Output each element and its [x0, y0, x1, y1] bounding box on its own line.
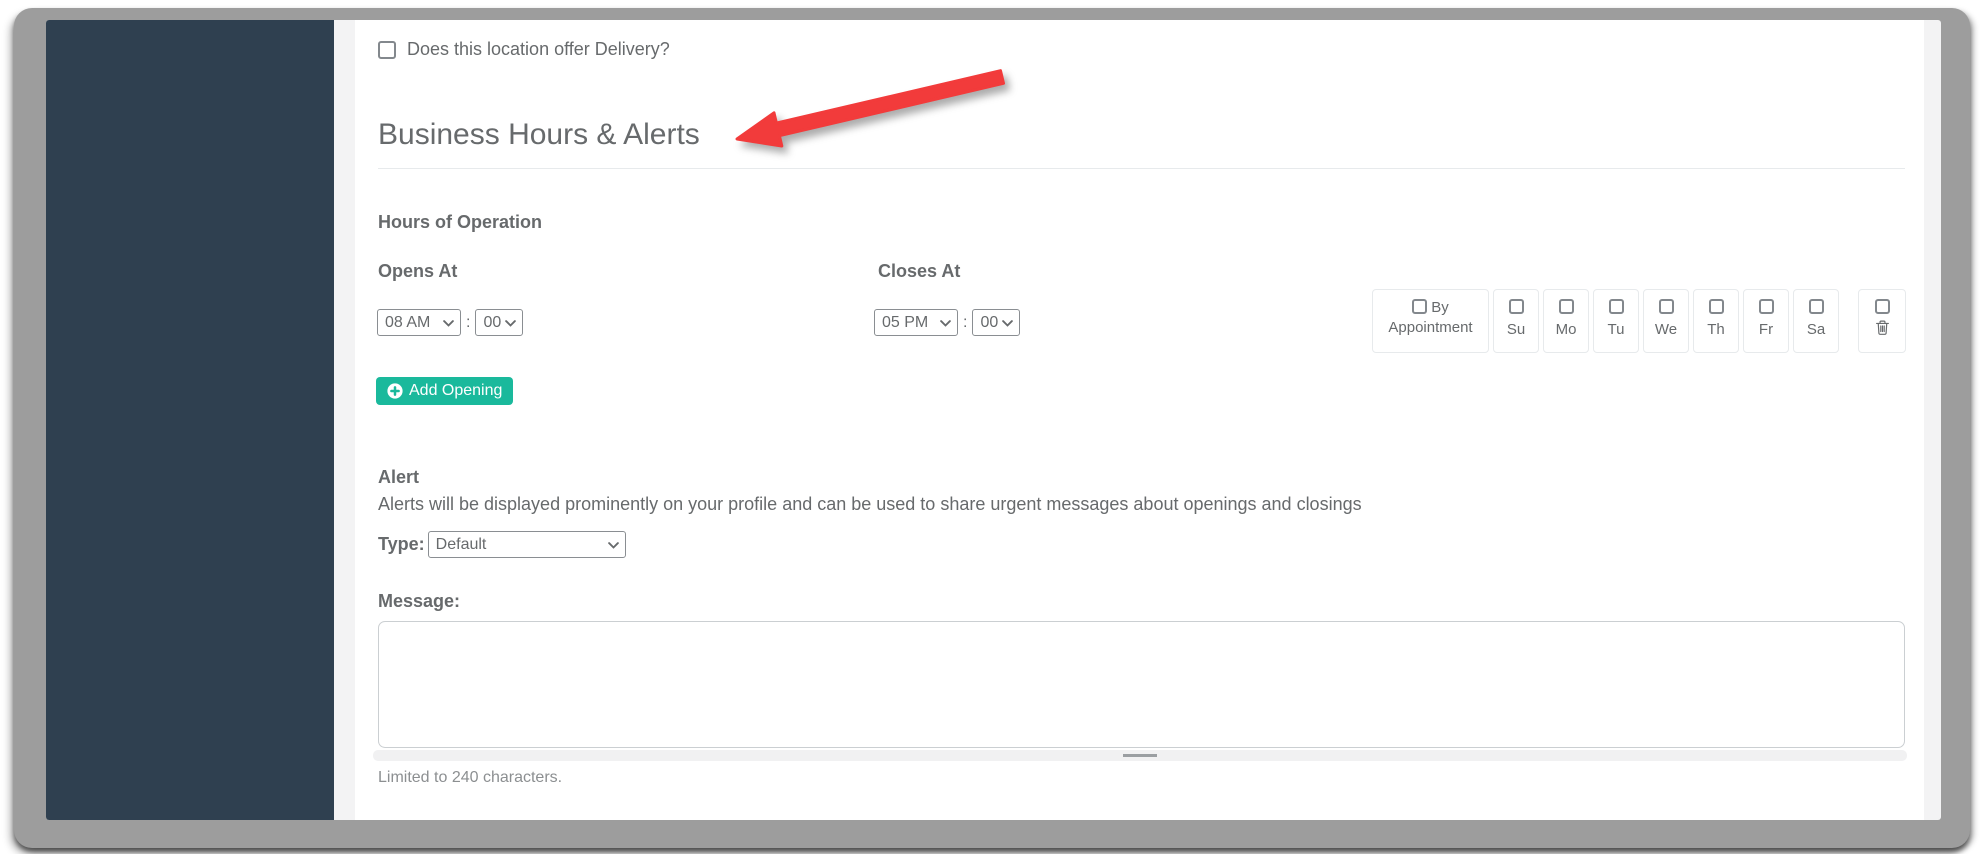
day-label: Fr — [1758, 321, 1774, 338]
day-label: Th — [1707, 321, 1725, 338]
by-appointment-card[interactable]: By Appointment — [1372, 289, 1489, 353]
alert-type-row: Type: Default — [378, 531, 626, 558]
add-opening-button[interactable]: Add Opening — [376, 377, 514, 405]
saturday-checkbox[interactable] — [1808, 299, 1824, 314]
closes-at-time-group: 05 PM : 00 — [874, 309, 1021, 336]
delivery-option-row: Does this location offer Delivery? — [378, 39, 670, 60]
day-card-saturday[interactable]: Sa — [1793, 289, 1839, 353]
alert-type-label: Type: — [378, 534, 425, 554]
time-separator: : — [963, 313, 968, 331]
main-content: Does this location offer Delivery? Busin… — [355, 20, 1924, 820]
closes-hour-select[interactable]: 05 PM — [874, 309, 958, 336]
day-card-sunday[interactable]: Su — [1493, 289, 1539, 353]
wednesday-checkbox[interactable] — [1658, 299, 1674, 314]
delete-row-checkbox[interactable] — [1874, 299, 1890, 314]
delivery-checkbox[interactable] — [378, 40, 396, 59]
resize-grip-icon — [1123, 754, 1157, 757]
day-label: Sa — [1806, 321, 1826, 338]
section-divider — [378, 168, 1905, 169]
day-label: Su — [1506, 321, 1526, 338]
friday-checkbox[interactable] — [1758, 299, 1774, 314]
app-window: Does this location offer Delivery? Busin… — [14, 8, 1970, 848]
monday-checkbox[interactable] — [1558, 299, 1574, 314]
sunday-checkbox[interactable] — [1508, 299, 1524, 314]
opens-at-time-group: 08 AM : 00 — [377, 309, 524, 336]
closes-minute-select[interactable]: 00 — [972, 309, 1021, 336]
tuesday-checkbox[interactable] — [1608, 299, 1624, 314]
app-viewport: Does this location offer Delivery? Busin… — [46, 20, 1941, 820]
thursday-checkbox[interactable] — [1708, 299, 1724, 314]
alert-section-label: Alert — [378, 467, 420, 487]
day-card-friday[interactable]: Fr — [1743, 289, 1789, 353]
alert-message-label: Message: — [378, 591, 461, 611]
sidebar — [46, 20, 334, 820]
page-title: Business Hours & Alerts — [378, 118, 700, 151]
add-opening-label: Add Opening — [409, 382, 503, 399]
hours-of-operation-label: Hours of Operation — [378, 212, 543, 232]
alert-message-textarea[interactable] — [378, 621, 1905, 748]
plus-circle-icon — [387, 383, 403, 399]
by-appointment-label: By Appointment — [1388, 299, 1473, 336]
opens-at-label: Opens At — [378, 261, 458, 281]
day-label: We — [1654, 321, 1678, 338]
textarea-resize-bar[interactable] — [373, 750, 1907, 761]
day-card-thursday[interactable]: Th — [1693, 289, 1739, 353]
closes-at-label: Closes At — [878, 261, 961, 281]
alert-type-select[interactable]: Default — [427, 531, 626, 558]
day-card-wednesday[interactable]: We — [1643, 289, 1689, 353]
day-card-tuesday[interactable]: Tu — [1593, 289, 1639, 353]
time-separator: : — [466, 313, 471, 331]
day-label: Tu — [1607, 321, 1625, 338]
delivery-checkbox-label: Does this location offer Delivery? — [407, 39, 670, 59]
day-card-monday[interactable]: Mo — [1543, 289, 1589, 353]
weekday-selector-row: By Appointment Su Mo Tu We Th Fr Sa — [1372, 289, 1906, 353]
by-appointment-checkbox[interactable] — [1412, 299, 1428, 314]
opens-hour-select[interactable]: 08 AM — [377, 309, 461, 336]
alert-description: Alerts will be displayed prominently on … — [378, 494, 1362, 514]
opens-minute-select[interactable]: 00 — [475, 309, 524, 336]
delete-hours-card[interactable] — [1858, 289, 1906, 353]
trash-icon[interactable] — [1874, 319, 1891, 336]
character-limit-note: Limited to 240 characters. — [378, 769, 563, 786]
day-label: Mo — [1555, 321, 1577, 338]
